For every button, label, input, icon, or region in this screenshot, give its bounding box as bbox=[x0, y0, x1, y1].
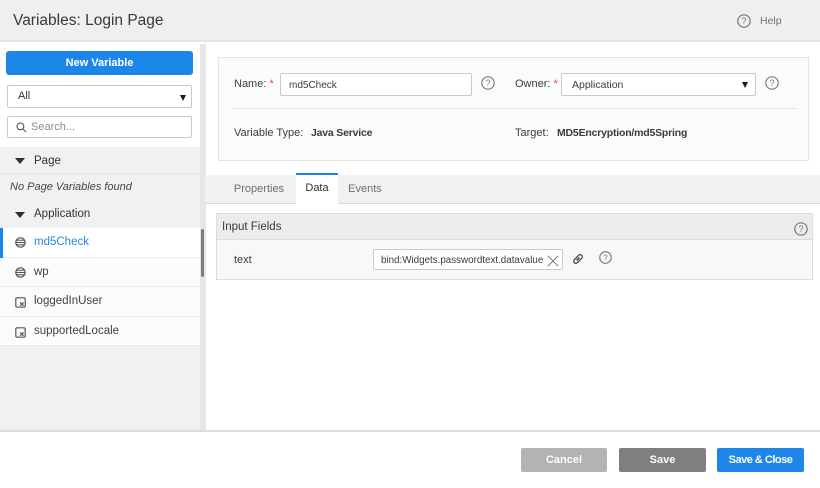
svg-text:?: ? bbox=[485, 78, 490, 88]
svg-text:?: ? bbox=[769, 78, 774, 88]
svg-text:?: ? bbox=[741, 16, 746, 26]
svg-text:?: ? bbox=[798, 224, 803, 234]
svg-text:?: ? bbox=[603, 252, 608, 262]
